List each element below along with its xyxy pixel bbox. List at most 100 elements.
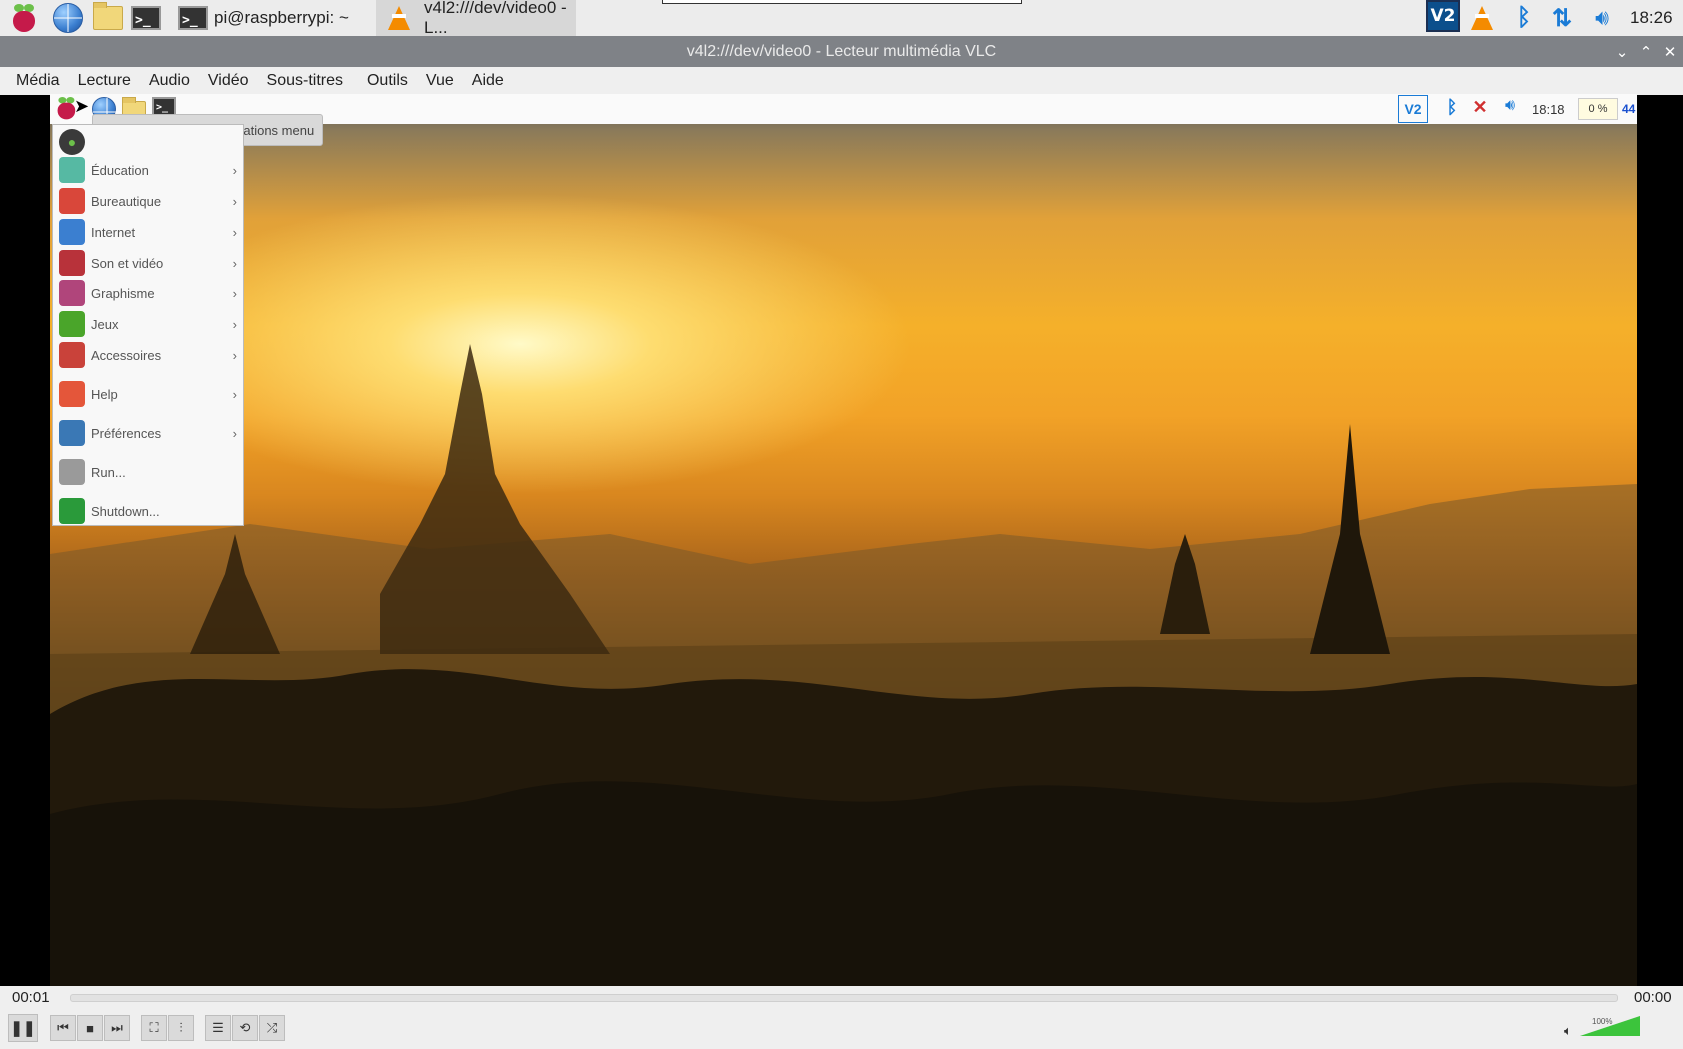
menu-subtitles[interactable]: Sous-titres [267,72,343,90]
app-menu-item[interactable]: Éducation › [53,155,243,185]
remaining-time[interactable]: 00:00 [1634,986,1672,1009]
submenu-chevron-icon: › [232,425,237,441]
app-menu-item-label: Help [91,386,118,402]
taskbar-task-vlc[interactable]: v4l2:///dev/video0 - L... [376,0,576,37]
menu-audio[interactable]: Audio [149,72,190,90]
pause-button[interactable]: ❚❚ [8,1014,38,1042]
inner-panel-counter: 44 [1622,102,1636,116]
preferences-icon [59,420,85,446]
stop-icon: ■ [86,1020,94,1036]
loop-button[interactable]: ⟲ [232,1015,258,1041]
app-menu-item[interactable]: Préférences › [53,418,243,448]
app-menu-item-label: Jeux [91,316,119,332]
close-button[interactable]: ✕ [1660,36,1680,67]
app-menu-item-label: Son et vidéo [91,255,164,271]
shutdown-icon [59,498,85,524]
bluetooth-icon[interactable]: ᛒ [1440,97,1464,121]
submenu-chevron-icon: › [232,162,237,178]
window-title: v4l2:///dev/video0 - Lecteur multimédia … [686,42,997,60]
office-icon [59,188,85,214]
app-menu-item[interactable]: Son et vidéo › [53,248,243,278]
file-manager-icon[interactable] [92,2,124,33]
app-menu-item[interactable]: Help › [53,379,243,409]
app-menu-item[interactable]: Jeux › [53,309,243,339]
playback-controls: ❚❚ ⏮︎ ■ ⏭︎ ⛶ ⫶ ☰ ⟲ ⤮ 🔈︎ [0,1009,1683,1049]
previous-icon: ⏮︎ [57,1020,69,1035]
taskbar-task-label: v4l2:///dev/video0 - L... [424,0,567,37]
volume-label: 100% [1592,1017,1613,1026]
submenu-chevron-icon: › [232,347,237,363]
education-flask-icon [59,157,85,183]
playlist-icon: ☰ [212,1020,224,1035]
submenu-chevron-icon: › [232,386,237,402]
previous-button[interactable]: ⏮︎ [50,1015,76,1041]
app-menu-item-label: Accessoires [91,347,162,363]
taskbar: >_ >_ pi@raspberrypi: ~ v4l2:///dev/vide… [0,0,1683,37]
app-menu-item[interactable]: Graphisme › [53,278,243,308]
volume-icon[interactable]: 🔊︎ [1586,3,1618,33]
app-menu-item-label: Bureautique [91,193,162,209]
vnc-icon[interactable]: V2 [1398,95,1428,123]
menubar: Média Lecture Audio Vidéo Sous-titres Ou… [0,67,1683,95]
submenu-chevron-icon: › [232,193,237,209]
submenu-chevron-icon: › [232,255,237,271]
fullscreen-button[interactable]: ⛶ [141,1015,167,1041]
menu-media[interactable]: Média [16,72,60,90]
seek-row: 00:01 00:00 [0,986,1683,1009]
menu-video[interactable]: Vidéo [208,72,249,90]
web-browser-icon[interactable] [52,3,84,33]
raspberry-logo-icon: ● [59,129,85,155]
stop-button[interactable]: ■ [77,1015,103,1041]
temple-silhouette-scene [50,344,1637,986]
speaker-icon[interactable]: 🔈︎ [1564,1023,1572,1039]
cpu-monitor[interactable]: 0 % [1578,98,1618,120]
app-menu-item[interactable]: Bureautique › [53,186,243,216]
applications-menu: ● Éducation › Bureautique › Internet › Son et … [52,124,244,526]
submenu-chevron-icon: › [232,224,237,240]
internet-globe-icon [59,219,85,245]
next-icon: ⏭︎ [111,1020,123,1035]
inner-clock[interactable]: 18:18 [1532,94,1565,124]
menu-tools[interactable]: Outils [367,72,408,90]
bluetooth-icon[interactable]: ᛒ [1508,3,1540,33]
loop-icon: ⟲ [239,1020,251,1035]
terminal-icon: >_ [178,6,208,30]
games-invader-icon [59,311,85,337]
app-menu-item[interactable]: Accessoires › [53,340,243,370]
vnc-icon[interactable]: V2 [1424,0,1462,32]
window-titlebar: v4l2:///dev/video0 - Lecteur multimédia … [0,36,1683,67]
accessories-icon [59,342,85,368]
app-menu-item-label: Éducation [91,162,149,178]
minimize-button[interactable]: ⌄ [1612,36,1632,67]
app-menu-item-label: Graphisme [91,285,155,301]
fullscreen-icon: ⛶ [149,1020,159,1035]
equalizer-icon: ⫶ [179,1020,183,1035]
menu-view[interactable]: Vue [426,72,454,90]
app-menu-item-label: Run... [91,464,126,480]
seek-slider[interactable] [70,994,1618,1002]
volume-icon[interactable]: 🔊︎ [1498,97,1522,121]
raspberry-menu-icon[interactable] [8,3,40,33]
taskbar-task-terminal[interactable]: >_ pi@raspberrypi: ~ [170,0,370,36]
pause-icon: ❚❚ [10,1020,36,1037]
shuffle-button[interactable]: ⤮ [259,1015,285,1041]
menu-help[interactable]: Aide [472,72,504,90]
taskbar-clock[interactable]: 18:26 [1630,0,1673,36]
playlist-button[interactable]: ☰ [205,1015,231,1041]
app-menu-item[interactable]: Shutdown... [53,496,243,526]
maximize-button[interactable]: ⌃ [1636,36,1656,67]
next-button[interactable]: ⏭︎ [104,1015,130,1041]
menu-lecture[interactable]: Lecture [78,72,131,90]
app-menu-item-label: Shutdown... [91,503,160,519]
network-arrows-icon[interactable]: ⇅ [1546,3,1578,33]
app-menu-item[interactable]: Internet › [53,217,243,247]
app-menu-item-label: Préférences [91,425,162,441]
extended-settings-button[interactable]: ⫶ [168,1015,194,1041]
submenu-chevron-icon: › [232,316,237,332]
terminal-launcher-icon[interactable]: >_ [130,3,162,33]
vlc-cone-icon[interactable] [1466,3,1498,33]
network-disconnected-icon[interactable]: ✕ [1468,97,1492,121]
app-menu-item[interactable]: Run... [53,457,243,487]
submenu-chevron-icon: › [232,285,237,301]
video-frame-desktop-wallpaper [50,94,1637,986]
